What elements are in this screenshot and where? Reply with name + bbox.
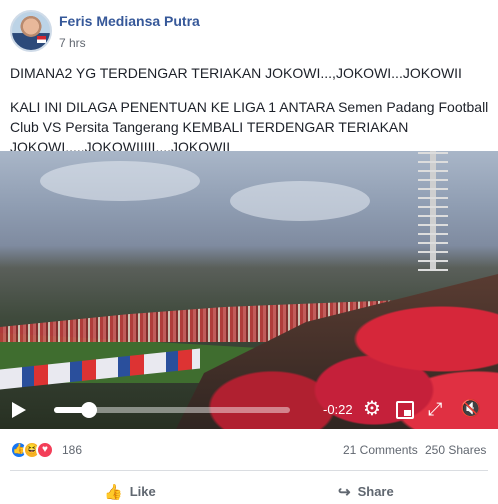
mute-icon[interactable]: 🔇 bbox=[460, 400, 481, 418]
progress-bar[interactable] bbox=[54, 402, 290, 418]
avatar[interactable] bbox=[10, 10, 52, 52]
post-header: Feris Mediansa Putra 7 hrs bbox=[10, 10, 490, 52]
divider bbox=[10, 470, 488, 471]
share-arrow-icon: ↪ bbox=[338, 484, 351, 501]
shares-count[interactable]: 250 Shares bbox=[425, 443, 486, 457]
share-label: Share bbox=[357, 484, 394, 499]
post-text-line-2: KALI INI DILAGA PENENTUAN KE LIGA 1 ANTA… bbox=[10, 99, 493, 155]
floodlight-tower bbox=[418, 151, 448, 271]
post-timestamp[interactable]: 7 hrs bbox=[59, 36, 86, 50]
post-text-line-1: DIMANA2 YG TERDENGAR TERIAKAN JOKOWI...,… bbox=[10, 65, 462, 81]
author-name[interactable]: Feris Mediansa Putra bbox=[59, 13, 200, 29]
reaction-count: 186 bbox=[62, 443, 83, 457]
play-icon[interactable] bbox=[12, 402, 26, 418]
video-player[interactable]: -0:22 ⚙ ⤢ 🔇 bbox=[0, 151, 498, 429]
cloud bbox=[40, 161, 200, 201]
thumbs-up-icon: 👍 bbox=[104, 484, 123, 501]
fullscreen-icon[interactable]: ⤢ bbox=[428, 400, 442, 418]
progress-handle[interactable] bbox=[81, 402, 98, 418]
video-controls: -0:22 ⚙ ⤢ 🔇 bbox=[0, 392, 498, 429]
comments-count[interactable]: 21 Comments bbox=[343, 443, 418, 457]
love-reaction-icon: ♥ bbox=[36, 441, 54, 459]
picture-in-picture-icon[interactable] bbox=[396, 401, 414, 419]
like-button[interactable]: 👍 Like bbox=[104, 483, 156, 501]
time-remaining: -0:22 bbox=[323, 402, 353, 417]
gear-icon[interactable]: ⚙ bbox=[363, 399, 381, 419]
cloud bbox=[230, 181, 370, 221]
share-button[interactable]: ↪ Share bbox=[338, 483, 394, 501]
like-label: Like bbox=[129, 484, 156, 499]
